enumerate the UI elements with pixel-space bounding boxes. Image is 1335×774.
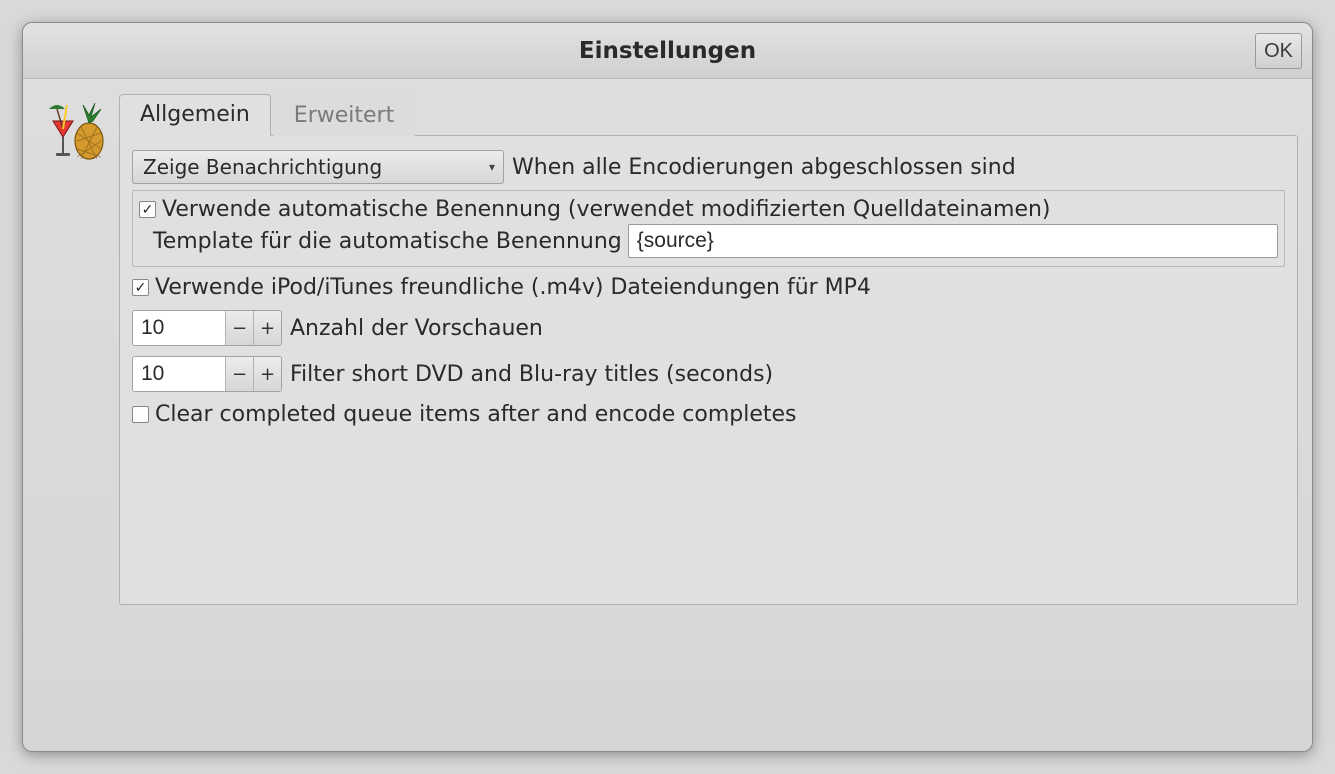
preview-count-spin: − + — [132, 310, 282, 346]
titlebar: Einstellungen OK — [23, 23, 1312, 79]
auto-name-checkbox[interactable] — [139, 201, 156, 218]
tab-general[interactable]: Allgemein — [119, 94, 271, 136]
preview-count-input[interactable] — [133, 311, 225, 345]
app-logo — [37, 93, 119, 737]
m4v-checkbox[interactable] — [132, 279, 149, 296]
combo-value: Zeige Benachrichtigung — [143, 155, 382, 179]
filter-short-label: Filter short DVD and Blu-ray titles (sec… — [290, 362, 773, 387]
notify-label: When alle Encodierungen abgeschlossen si… — [512, 155, 1016, 180]
tab-bar: Allgemein Erweitert — [119, 93, 1298, 135]
preferences-window: Einstellungen OK — [22, 22, 1313, 752]
ok-button[interactable]: OK — [1255, 33, 1302, 69]
row-preview-count: − + Anzahl der Vorschauen — [132, 310, 1285, 346]
pineapple-icon — [47, 99, 109, 165]
row-m4v: Verwende iPod/iTunes freundliche (.m4v) … — [132, 275, 1285, 300]
notification-action-combo[interactable]: Zeige Benachrichtigung ▾ — [132, 150, 504, 184]
window-title: Einstellungen — [579, 38, 756, 64]
tab-advanced[interactable]: Erweitert — [273, 95, 415, 136]
clear-queue-label: Clear completed queue items after and en… — [155, 402, 797, 427]
filter-short-increment[interactable]: + — [253, 357, 281, 391]
filter-short-input[interactable] — [133, 357, 225, 391]
row-template: Template für die automatische Benennung — [139, 224, 1278, 258]
row-auto-name: Verwende automatische Benennung (verwend… — [139, 197, 1278, 222]
filter-short-decrement[interactable]: − — [225, 357, 253, 391]
content-area: Allgemein Erweitert Zeige Benachrichtigu… — [23, 79, 1312, 751]
m4v-label: Verwende iPod/iTunes freundliche (.m4v) … — [155, 275, 871, 300]
preview-count-decrement[interactable]: − — [225, 311, 253, 345]
clear-queue-checkbox[interactable] — [132, 406, 149, 423]
preview-count-increment[interactable]: + — [253, 311, 281, 345]
general-panel: Zeige Benachrichtigung ▾ When alle Encod… — [119, 135, 1298, 605]
preview-count-label: Anzahl der Vorschauen — [290, 316, 543, 341]
template-input[interactable] — [628, 224, 1278, 258]
row-clear-queue: Clear completed queue items after and en… — [132, 402, 1285, 427]
row-notify: Zeige Benachrichtigung ▾ When alle Encod… — [132, 150, 1285, 184]
main-column: Allgemein Erweitert Zeige Benachrichtigu… — [119, 93, 1298, 737]
auto-naming-group: Verwende automatische Benennung (verwend… — [132, 190, 1285, 267]
auto-name-label: Verwende automatische Benennung (verwend… — [162, 197, 1051, 222]
chevron-down-icon: ▾ — [489, 160, 495, 174]
template-label: Template für die automatische Benennung — [153, 229, 622, 254]
row-filter-short: − + Filter short DVD and Blu-ray titles … — [132, 356, 1285, 392]
filter-short-spin: − + — [132, 356, 282, 392]
